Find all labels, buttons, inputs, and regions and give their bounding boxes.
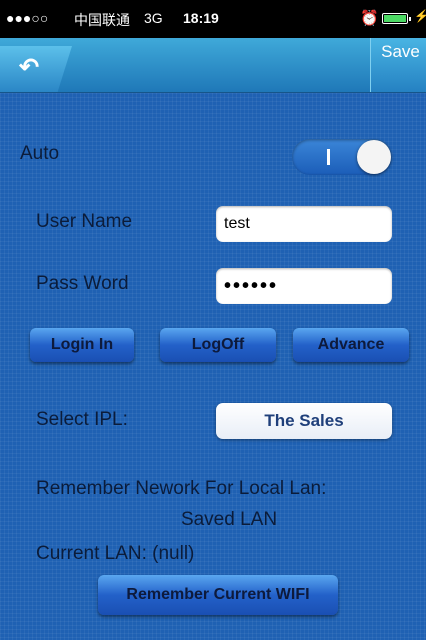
back-button[interactable]: ↶: [0, 46, 72, 92]
pass-word-field[interactable]: ••••••: [216, 268, 392, 304]
status-bar: ●●●○○ 中国联通 3G 18:19 ⏰ ⚡: [0, 0, 426, 38]
alarm-icon: ⏰: [360, 10, 379, 27]
status-time: 18:19: [183, 10, 219, 26]
save-button[interactable]: Save: [370, 38, 426, 92]
auto-toggle[interactable]: [292, 139, 392, 175]
select-ipl-label: Select IPL:: [36, 409, 128, 430]
charging-icon: ⚡: [414, 9, 426, 23]
current-lan-label: Current LAN: (null): [36, 543, 195, 564]
toggle-knob: [357, 140, 391, 174]
toggle-on-indicator: [327, 149, 330, 165]
nav-bar: ↶ Save: [0, 38, 426, 93]
user-name-label: User Name: [36, 211, 133, 232]
user-name-field[interactable]: test: [216, 206, 392, 242]
undo-arrow-icon: ↶: [18, 53, 40, 81]
ipl-select-button[interactable]: The Sales: [216, 403, 392, 439]
settings-panel: Auto User Name test Pass Word •••••• Log…: [0, 93, 426, 640]
logoff-button[interactable]: LogOff: [160, 328, 276, 362]
remember-network-label: Remember Nework For Local Lan:: [36, 478, 327, 499]
auto-label: Auto: [20, 143, 60, 164]
login-button[interactable]: Login In: [30, 328, 134, 362]
remember-wifi-button[interactable]: Remember Current WIFI: [98, 575, 338, 615]
advance-button[interactable]: Advance: [293, 328, 409, 362]
signal-strength: ●●●○○: [6, 10, 49, 26]
battery-icon: [382, 13, 411, 24]
network-type: 3G: [144, 10, 163, 26]
carrier-name: 中国联通: [74, 12, 130, 28]
pass-word-label: Pass Word: [36, 273, 129, 294]
saved-lan-label: Saved LAN: [180, 509, 278, 530]
